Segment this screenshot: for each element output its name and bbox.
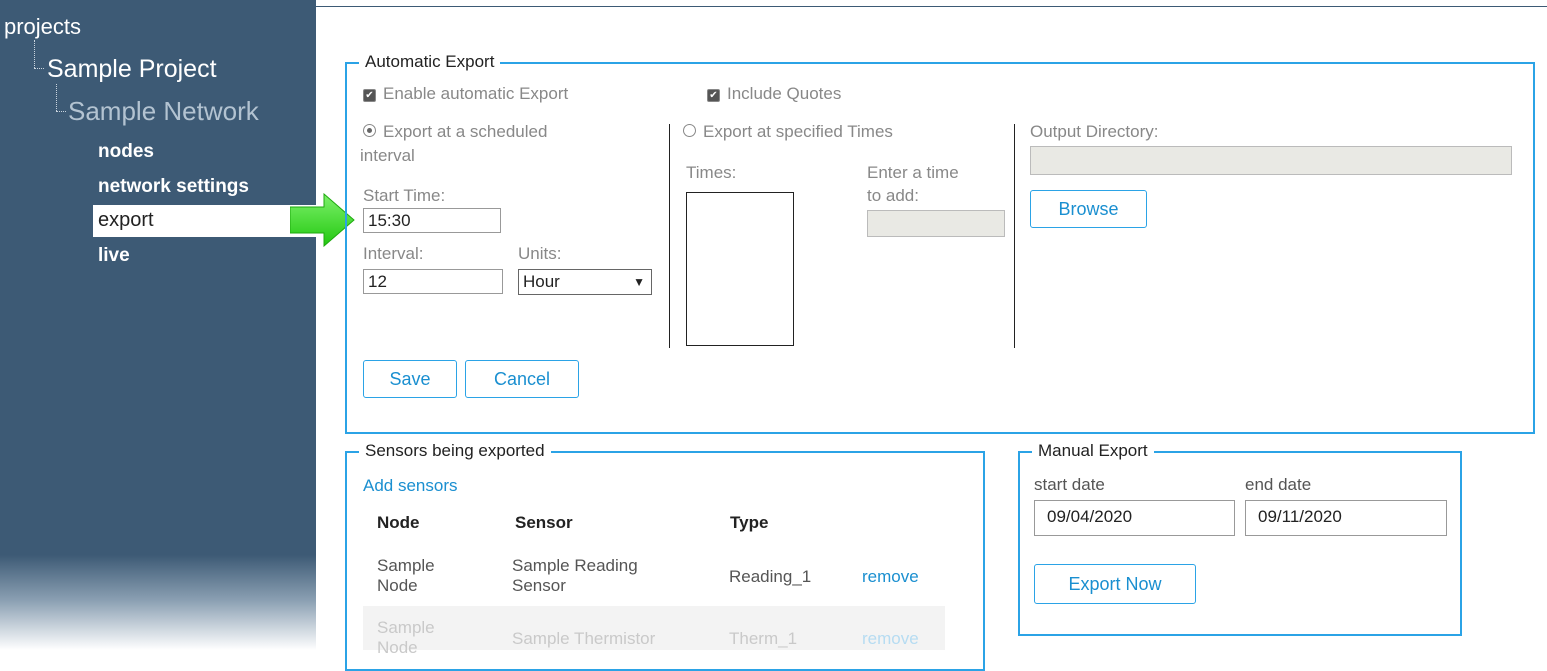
table-cell-type: Reading_1 [729, 567, 812, 586]
column-header-type: Type [730, 513, 769, 532]
include-quotes-checkbox[interactable]: ✔ Include Quotes [707, 84, 841, 104]
column-header-node: Node [377, 513, 420, 532]
end-date-label: end date [1245, 475, 1312, 494]
manual-export-legend: Manual Export [1032, 441, 1154, 461]
table-cell-node: Sample Node [377, 618, 435, 657]
interval-input[interactable]: 12 [363, 269, 503, 294]
times-listbox[interactable] [686, 192, 794, 346]
enable-automatic-export-checkbox[interactable]: ✔ Enable automatic Export [363, 84, 568, 104]
automatic-export-legend: Automatic Export [359, 52, 501, 72]
end-date-input[interactable]: 09/11/2020 [1245, 500, 1447, 536]
tree-connector [56, 111, 66, 112]
radio-unselected-icon [683, 124, 696, 137]
units-select[interactable]: Hour ▼ [518, 269, 652, 295]
sidebar-item-network-settings[interactable]: network settings [98, 176, 249, 198]
checkbox-checked-icon: ✔ [363, 89, 376, 102]
scheduled-interval-label-cont: interval [360, 146, 415, 165]
cancel-button[interactable]: Cancel [465, 360, 579, 398]
specified-times-radio[interactable]: Export at specified Times [683, 122, 893, 142]
tree-connector [34, 40, 35, 68]
enter-time-input[interactable] [867, 210, 1005, 237]
sidebar-item-export[interactable]: export [93, 205, 317, 237]
remove-sensor-link[interactable]: remove [862, 629, 919, 649]
sensors-legend: Sensors being exported [359, 441, 551, 461]
output-directory-label: Output Directory: [1030, 122, 1159, 141]
table-cell-node: Sample Node [377, 556, 435, 595]
table-cell-sensor: Sample Reading Sensor [512, 556, 638, 595]
dropdown-arrow-icon: ▼ [633, 275, 645, 289]
start-time-input[interactable]: 15:30 [363, 208, 501, 233]
enter-time-label-cont: to add: [867, 186, 919, 205]
start-time-label: Start Time: [363, 186, 446, 205]
automatic-export-panel: Automatic Export ✔ Enable automatic Expor… [345, 52, 1535, 434]
project-tree-sidebar: projects Sample Project Sample Network n… [0, 0, 317, 650]
tree-connector [56, 84, 57, 111]
tree-item-sample-project[interactable]: Sample Project [47, 55, 217, 84]
column-divider [669, 124, 670, 348]
tree-connector [34, 68, 44, 69]
manual-export-panel: Manual Export start date 09/04/2020 end … [1018, 441, 1462, 636]
tree-item-projects[interactable]: projects [4, 14, 81, 40]
enter-time-label: Enter a time [867, 163, 959, 182]
column-divider [1014, 124, 1015, 348]
units-label: Units: [518, 244, 562, 263]
tree-item-sample-network[interactable]: Sample Network [68, 96, 259, 127]
remove-sensor-link[interactable]: remove [862, 567, 919, 587]
browse-button[interactable]: Browse [1030, 190, 1147, 228]
scheduled-interval-radio[interactable]: Export at a scheduled [363, 122, 547, 142]
header-divider [316, 6, 1547, 7]
column-header-sensor: Sensor [515, 513, 573, 532]
start-date-input[interactable]: 09/04/2020 [1034, 500, 1235, 536]
export-now-button[interactable]: Export Now [1034, 564, 1196, 604]
checkbox-checked-icon: ✔ [707, 89, 720, 102]
radio-selected-icon [363, 124, 376, 137]
sidebar-item-label: export [98, 209, 154, 231]
save-button[interactable]: Save [363, 360, 457, 398]
interval-label: Interval: [363, 244, 424, 263]
table-cell-type: Therm_1 [729, 629, 798, 648]
sidebar-item-live[interactable]: live [98, 245, 130, 267]
add-sensors-link[interactable]: Add sensors [363, 476, 458, 496]
sidebar-item-nodes[interactable]: nodes [98, 141, 154, 163]
output-directory-input[interactable] [1030, 146, 1512, 175]
times-label: Times: [686, 163, 737, 182]
start-date-label: start date [1034, 475, 1105, 494]
table-cell-sensor: Sample Thermistor [512, 629, 656, 648]
